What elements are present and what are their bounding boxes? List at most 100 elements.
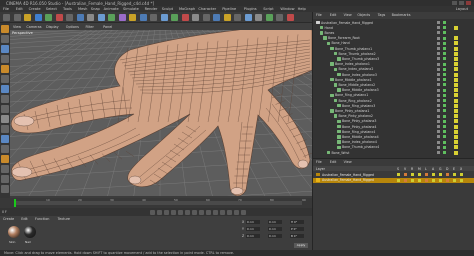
mode-tool-icon[interactable] (1, 175, 9, 183)
coord-pos-field[interactable]: 0 cm (246, 234, 260, 238)
toolbar-tool-icon[interactable] (24, 14, 31, 21)
toolbar-tool-icon[interactable] (118, 14, 126, 21)
menu-mograph[interactable]: MoGraph (179, 7, 195, 11)
enable-check[interactable] (443, 135, 446, 139)
object-tag-icon[interactable] (454, 82, 458, 87)
coord-rot-field[interactable]: P 0° (290, 227, 304, 231)
visibility-dot[interactable] (437, 88, 440, 92)
layer-row[interactable]: Australian_Female_Hand_Rigged (313, 172, 474, 177)
enable-check[interactable] (443, 119, 446, 123)
om-menu-edit[interactable]: Edit (330, 13, 337, 17)
playhead[interactable] (14, 199, 16, 207)
object-tag-icon[interactable] (454, 140, 458, 145)
toolbar-tool-icon[interactable] (66, 14, 73, 21)
menu-simulate[interactable]: Simulate (123, 7, 139, 11)
layer-flag-icon[interactable] (453, 173, 456, 176)
mode-tool-icon[interactable] (1, 25, 9, 33)
current-frame-field[interactable]: 0 F (2, 210, 7, 214)
layer-flag-icon[interactable] (411, 173, 414, 176)
viewport-menu-display[interactable]: Display (46, 25, 59, 29)
object-tag-icon[interactable] (454, 150, 458, 155)
toolbar-tool-icon[interactable] (13, 14, 21, 21)
mode-tool-icon[interactable] (1, 105, 9, 113)
enable-check[interactable] (443, 41, 446, 45)
toolbar-tool-icon[interactable] (223, 14, 231, 21)
layer-flag-icon[interactable] (446, 178, 449, 182)
visibility-dot[interactable] (437, 78, 440, 82)
transport-button-icon[interactable] (192, 209, 197, 215)
toolbar-tool-icon[interactable] (255, 14, 262, 21)
material-tab-texture[interactable]: Texture (58, 217, 70, 221)
enable-check[interactable] (443, 130, 446, 134)
toolbar-tool-icon[interactable] (213, 14, 220, 21)
visibility-dot[interactable] (437, 104, 440, 108)
object-tag-icon[interactable] (454, 67, 458, 72)
object-tag-icon[interactable] (454, 98, 458, 103)
toolbar-tool-icon[interactable] (34, 14, 42, 21)
perspective-viewport[interactable] (10, 30, 312, 196)
viewport-menu-filter[interactable]: Filter (86, 25, 94, 29)
enable-check[interactable] (443, 73, 446, 76)
menu-edit[interactable]: Edit (16, 7, 23, 11)
toolbar-tool-icon[interactable] (87, 14, 94, 21)
layout-selector[interactable]: Layout (456, 7, 468, 11)
mode-tool-icon[interactable] (1, 85, 9, 93)
menu-select[interactable]: Select (46, 7, 57, 11)
timeline-track[interactable] (14, 201, 302, 205)
menu-help[interactable]: Help (298, 7, 306, 11)
enable-check[interactable] (443, 88, 446, 92)
layer-flag-icon[interactable] (432, 178, 435, 182)
layer-menu-edit[interactable]: Edit (330, 160, 337, 164)
toolbar-tool-icon[interactable] (139, 14, 147, 21)
menu-render[interactable]: Render (145, 7, 158, 11)
om-menu-objects[interactable]: Objects (357, 13, 370, 17)
layer-flag-icon[interactable] (397, 173, 400, 176)
toolbar-tool-icon[interactable] (55, 14, 63, 21)
om-menu-tags[interactable]: Tags (378, 13, 386, 17)
object-tag-icon[interactable] (454, 103, 458, 108)
enable-check[interactable] (443, 114, 446, 118)
menu-plugins[interactable]: Plugins (244, 7, 257, 11)
apply-button[interactable]: Apply (294, 243, 308, 248)
object-tag-icon[interactable] (454, 41, 458, 46)
enable-check[interactable] (443, 67, 446, 71)
mode-tool-icon[interactable] (1, 65, 9, 73)
visibility-dot[interactable] (437, 73, 440, 76)
toolbar-tool-icon[interactable] (171, 14, 178, 21)
coord-size-field[interactable]: 0 cm (268, 220, 282, 224)
mode-tool-icon[interactable] (1, 95, 9, 103)
menu-sculpt[interactable]: Sculpt (162, 7, 173, 11)
material-tab-function[interactable]: Function (35, 217, 49, 221)
toolbar-tool-icon[interactable] (150, 14, 157, 21)
transport-button-icon[interactable] (178, 209, 183, 215)
layer-color-swatch[interactable] (316, 172, 320, 177)
visibility-dot[interactable] (437, 47, 440, 50)
menu-tools[interactable]: Tools (63, 7, 72, 11)
viewport-menu-panel[interactable]: Panel (103, 25, 112, 29)
transport-button-icon[interactable] (171, 209, 176, 215)
visibility-dot[interactable] (437, 119, 440, 123)
toolbar-tool-icon[interactable] (108, 14, 115, 21)
object-tag-icon[interactable] (454, 72, 458, 77)
toolbar-tool-icon[interactable] (276, 14, 283, 21)
toolbar-tool-icon[interactable] (45, 14, 52, 21)
mode-tool-icon[interactable] (1, 125, 9, 133)
layer-flag-icon[interactable] (404, 173, 407, 176)
transport-button-icon[interactable] (213, 209, 218, 215)
coord-size-field[interactable]: 0 cm (268, 234, 282, 238)
object-tag-icon[interactable] (454, 88, 458, 93)
visibility-dot[interactable] (437, 140, 440, 144)
object-tag-icon[interactable] (454, 108, 458, 113)
enable-check[interactable] (443, 145, 446, 149)
mode-tool-icon[interactable] (1, 45, 9, 53)
coord-rot-field[interactable]: B 0° (290, 234, 304, 238)
menu-character[interactable]: Character (198, 7, 216, 11)
visibility-dot[interactable] (437, 41, 440, 45)
enable-check[interactable] (443, 104, 446, 108)
toolbar-tool-icon[interactable] (129, 14, 136, 21)
mode-tool-icon[interactable] (1, 155, 9, 163)
layer-row[interactable]: Australian_Female_Hand_Rigged (313, 177, 474, 183)
om-menu-file[interactable]: File (316, 13, 322, 17)
material-preview-0[interactable] (8, 226, 20, 238)
menu-create[interactable]: Create (29, 7, 41, 11)
